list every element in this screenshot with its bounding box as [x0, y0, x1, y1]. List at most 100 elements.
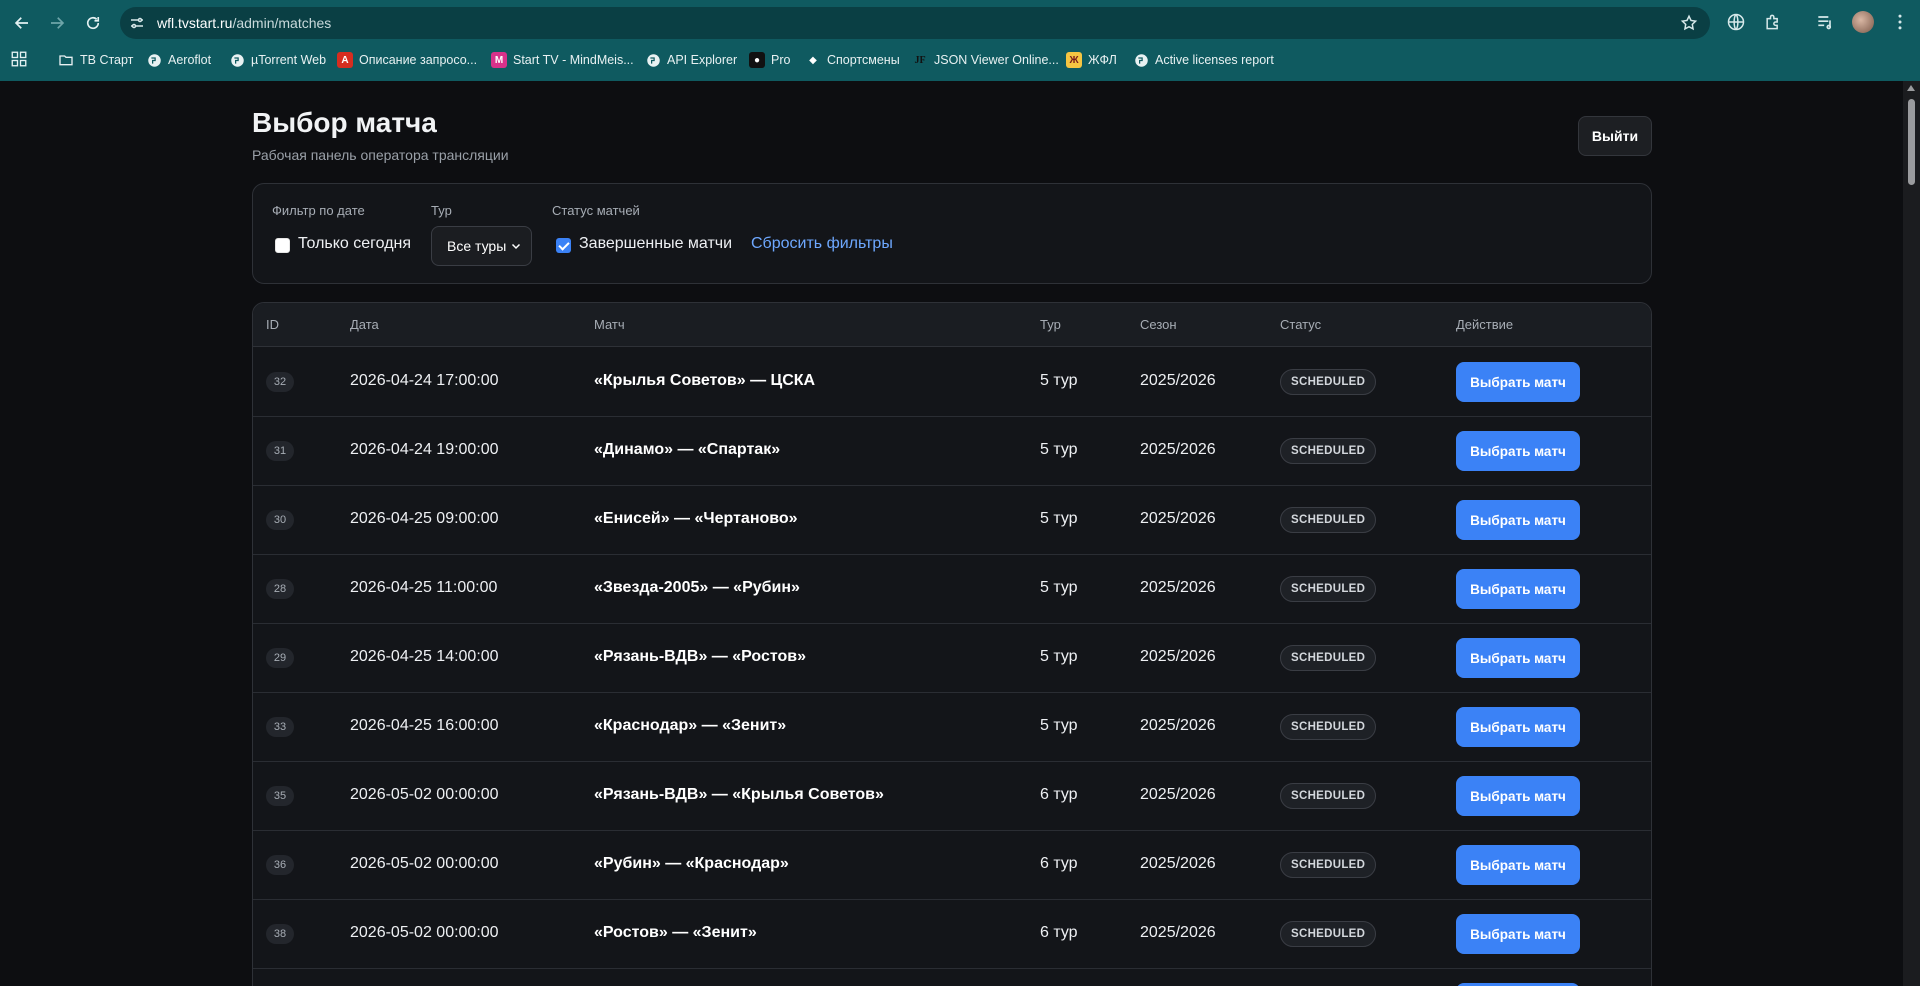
select-match-button[interactable]: Выбрать матч [1456, 500, 1580, 540]
address-bar[interactable]: wfl.tvstart.ru/admin/matches [120, 7, 1710, 39]
match-season: 2025/2026 [1140, 372, 1216, 389]
bookmark-label: Start TV - MindMeis... [513, 53, 634, 67]
select-match-button[interactable]: Выбрать матч [1456, 362, 1580, 402]
match-date: 2026-04-25 11:00:00 [350, 579, 498, 596]
match-date: 2026-05-02 00:00:00 [350, 855, 499, 872]
bookmark-item[interactable]: API Explorer [645, 48, 737, 72]
match-teams: «Енисей» — «Чертаново» [594, 510, 798, 527]
column-header-action: Действие [1456, 317, 1514, 332]
bookmark-item[interactable]: JF JSON Viewer Online... [912, 48, 1058, 72]
diamond-icon: ◆ [809, 54, 817, 66]
bookmark-item[interactable]: Active licenses report [1133, 48, 1274, 72]
finished-matches-label[interactable]: Завершенные матчи [579, 235, 732, 253]
url-text[interactable]: wfl.tvstart.ru/admin/matches [157, 15, 331, 31]
bookmark-item[interactable]: ◆ Спортсмены [805, 48, 900, 72]
bookmark-star-icon[interactable] [1680, 14, 1698, 32]
globe-icon [229, 52, 245, 68]
finished-matches-checkbox[interactable] [556, 238, 571, 253]
match-date: 2026-05-02 00:00:00 [350, 924, 499, 941]
scrollbar-thumb[interactable] [1908, 99, 1915, 185]
match-id-badge: 30 [266, 510, 294, 530]
bookmark-item[interactable]: A Описание запросо... [337, 48, 477, 72]
bookmark-label: API Explorer [667, 53, 738, 67]
select-match-button[interactable]: Выбрать матч [1456, 569, 1580, 609]
select-match-button[interactable]: Выбрать матч [1456, 431, 1580, 471]
status-filter-label: Статус матчей [552, 203, 640, 218]
logout-button[interactable]: Выйти [1578, 116, 1652, 156]
date-filter-label: Фильтр по дате [272, 203, 365, 218]
match-season: 2025/2026 [1140, 510, 1216, 527]
column-header-id: ID [266, 317, 279, 332]
extensions-puzzle-icon[interactable] [1763, 12, 1783, 32]
match-teams: «Рубин» — «Краснодар» [594, 855, 789, 872]
chevron-down-icon [511, 243, 521, 250]
match-date: 2026-04-25 09:00:00 [350, 510, 499, 527]
table-row: 33 2026-04-25 16:00:00 «Краснодар» — «Зени… [253, 693, 1651, 762]
match-teams: «Ростов» — «Зенит» [594, 924, 757, 941]
pdf-icon: A [337, 52, 353, 68]
bookmark-label: ТВ Старт [80, 53, 134, 67]
bookmark-label: Pro [771, 53, 791, 67]
forward-arrow-icon[interactable] [45, 11, 69, 35]
match-season: 2025/2026 [1140, 924, 1216, 941]
match-id-badge: 36 [266, 855, 294, 875]
reload-icon[interactable] [81, 11, 105, 35]
globe-icon [1133, 52, 1149, 68]
translate-globe-icon[interactable] [1726, 12, 1746, 32]
column-header-match: Матч [594, 317, 625, 332]
select-match-button[interactable]: Выбрать матч [1456, 914, 1580, 954]
match-date: 2026-04-25 14:00:00 [350, 648, 499, 665]
page-title: Выбор матча [252, 107, 437, 138]
status-badge: SCHEDULED [1280, 645, 1377, 671]
table-row: 30 2026-04-25 09:00:00 «Енисей» — «Чертано… [253, 486, 1651, 555]
match-id-badge: 31 [266, 441, 294, 461]
media-queue-icon[interactable] [1815, 12, 1835, 32]
bookmark-item[interactable]: ● Pro [749, 48, 790, 72]
select-match-button[interactable]: Выбрать матч [1456, 638, 1580, 678]
status-badge: SCHEDULED [1280, 852, 1377, 878]
match-teams: «Рязань-ВДВ» — «Крылья Советов» [594, 786, 884, 803]
page-scrollbar[interactable] [1903, 81, 1920, 986]
match-tour: 5 тур [1040, 441, 1078, 458]
match-tour: 6 тур [1040, 924, 1078, 941]
match-season: 2025/2026 [1140, 441, 1216, 458]
match-tour: 5 тур [1040, 510, 1078, 527]
match-id-badge: 33 [266, 717, 294, 737]
bookmarks-bar: ТВ Старт Aeroflot µTorrent Web A Описание… [0, 48, 1920, 72]
scroll-up-icon[interactable] [1907, 85, 1915, 91]
table-row: 28 2026-04-25 11:00:00 «Звезда-2005» — «Ру… [253, 555, 1651, 624]
select-match-button[interactable]: Выбрать матч [1456, 845, 1580, 885]
match-teams: «Звезда-2005» — «Рубин» [594, 579, 800, 596]
profile-avatar[interactable] [1852, 11, 1874, 33]
match-tour: 5 тур [1040, 579, 1078, 596]
match-teams: «Рязань-ВДВ» — «Ростов» [594, 648, 807, 665]
tour-filter-label: Тур [431, 203, 452, 218]
match-tour: 5 тур [1040, 648, 1078, 665]
match-tour: 5 тур [1040, 372, 1078, 389]
today-only-checkbox[interactable] [275, 238, 290, 253]
bookmark-label: Описание запросо... [359, 53, 478, 67]
select-match-button[interactable]: Выбрать матч [1456, 707, 1580, 747]
tour-select-value: Все туры [447, 238, 507, 254]
bookmark-item[interactable]: Ж ЖФЛ [1066, 48, 1117, 72]
today-only-label[interactable]: Только сегодня [298, 235, 411, 253]
match-season: 2025/2026 [1140, 717, 1216, 734]
tour-select[interactable]: Все туры [431, 226, 532, 266]
match-id-badge: 32 [266, 372, 294, 392]
site-settings-icon[interactable] [128, 14, 146, 32]
match-season: 2025/2026 [1140, 855, 1216, 872]
match-date: 2026-04-24 17:00:00 [350, 372, 499, 389]
globe-icon [645, 52, 661, 68]
bookmark-item[interactable]: Aeroflot [146, 48, 211, 72]
status-badge: SCHEDULED [1280, 369, 1377, 395]
back-arrow-icon[interactable] [10, 11, 34, 35]
bookmark-item[interactable]: M Start TV - MindMeis... [491, 48, 634, 72]
url-host: wfl.tvstart.ru [157, 15, 233, 31]
reset-filters-link[interactable]: Сбросить фильтры [751, 235, 893, 253]
select-match-button[interactable]: Выбрать матч [1456, 776, 1580, 816]
folder-icon [58, 52, 74, 68]
menu-dots-icon[interactable] [1890, 12, 1910, 32]
bookmark-item[interactable]: ТВ Старт [58, 48, 133, 72]
bookmark-item[interactable]: µTorrent Web [229, 48, 326, 72]
match-id-badge: 28 [266, 579, 294, 599]
